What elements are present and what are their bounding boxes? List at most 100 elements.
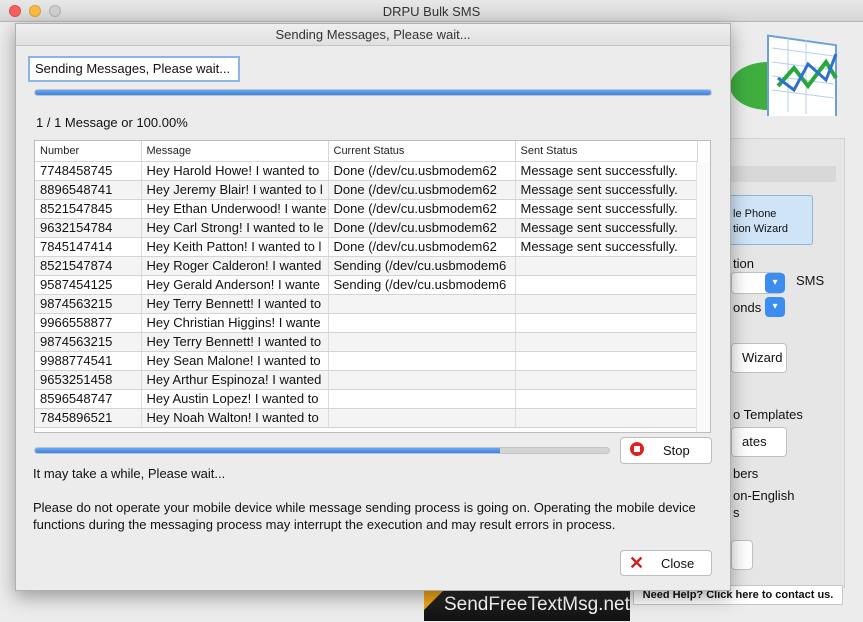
table-cell bbox=[328, 313, 516, 333]
background-button[interactable] bbox=[731, 540, 753, 570]
table-cell: Message sent successfully. bbox=[515, 180, 698, 200]
stop-icon bbox=[630, 442, 644, 456]
wizard-button[interactable]: Wizard bbox=[731, 343, 787, 373]
table-row[interactable]: 7748458745 Hey Harold Howe! I wanted to Do… bbox=[35, 161, 698, 181]
main-titlebar: DRPU Bulk SMS bbox=[0, 0, 863, 22]
table-row[interactable]: 9874563215 Hey Terry Bennett! I wanted to bbox=[35, 332, 698, 352]
table-cell: 8596548747 bbox=[35, 389, 142, 409]
table-cell: Done (/dev/cu.usbmodem62 bbox=[328, 199, 516, 219]
table-cell: Message sent successfully. bbox=[515, 199, 698, 219]
non-english-label: on-English bbox=[733, 488, 795, 503]
table-row[interactable]: 8896548741 Hey Jeremy Blair! I wanted to … bbox=[35, 180, 698, 200]
table-cell: 8521547845 bbox=[35, 199, 142, 219]
wizard-line2: tion Wizard bbox=[733, 223, 789, 235]
sms-label: SMS bbox=[796, 273, 825, 288]
table-row[interactable]: 8596548747 Hey Austin Lopez! I wanted to bbox=[35, 389, 698, 409]
column-header[interactable]: Current Status bbox=[328, 141, 516, 162]
table-cell bbox=[515, 256, 698, 276]
table-cell: Message sent successfully. bbox=[515, 237, 698, 257]
table-row[interactable]: 8521547874 Hey Roger Calderon! I wanted Se… bbox=[35, 256, 698, 276]
close-button-label: Close bbox=[661, 556, 695, 571]
table-cell bbox=[328, 389, 516, 409]
table-body: 7748458745 Hey Harold Howe! I wanted to Do… bbox=[35, 161, 698, 428]
overall-progress-fill bbox=[35, 90, 711, 95]
close-button[interactable]: ✕ Close bbox=[620, 550, 712, 576]
table-scrollbar[interactable] bbox=[696, 162, 710, 432]
table-cell: Hey Austin Lopez! I wanted to bbox=[141, 389, 329, 409]
table-row[interactable]: 7845147414 Hey Keith Patton! I wanted to … bbox=[35, 237, 698, 257]
table-cell: Hey Roger Calderon! I wanted bbox=[141, 256, 329, 276]
table-cell bbox=[328, 332, 516, 352]
table-row[interactable]: 9587454125 Hey Gerald Anderson! I wante Se… bbox=[35, 275, 698, 295]
table-cell: Message sent successfully. bbox=[515, 161, 698, 181]
stop-button[interactable]: Stop bbox=[620, 437, 712, 464]
table-cell bbox=[515, 294, 698, 314]
table-cell bbox=[515, 370, 698, 390]
sub-progress-bar bbox=[34, 447, 610, 454]
templates-button[interactable]: ates bbox=[731, 427, 787, 457]
table-cell: Hey Carl Strong! I wanted to le bbox=[141, 218, 329, 238]
table-cell: 7845147414 bbox=[35, 237, 142, 257]
dialog-title: Sending Messages, Please wait... bbox=[16, 24, 730, 46]
table-cell: Hey Christian Higgins! I wante bbox=[141, 313, 329, 333]
sub-progress-fill bbox=[35, 448, 500, 453]
templates-label: o Templates bbox=[733, 407, 803, 422]
table-cell: Done (/dev/cu.usbmodem62 bbox=[328, 180, 516, 200]
table-cell: 8896548741 bbox=[35, 180, 142, 200]
table-cell: Hey Ethan Underwood! I wante bbox=[141, 199, 329, 219]
table-cell bbox=[328, 351, 516, 371]
sending-dialog: Sending Messages, Please wait... Sending… bbox=[15, 23, 731, 591]
table-cell: Hey Arthur Espinoza! I wanted bbox=[141, 370, 329, 390]
table-cell: 8521547874 bbox=[35, 256, 142, 276]
table-cell bbox=[328, 370, 516, 390]
table-cell: Done (/dev/cu.usbmodem62 bbox=[328, 218, 516, 238]
table-cell bbox=[515, 408, 698, 428]
column-header[interactable]: Number bbox=[35, 141, 142, 162]
table-row[interactable]: 7845896521 Hey Noah Walton! I wanted to bbox=[35, 408, 698, 428]
stop-button-label: Stop bbox=[663, 443, 690, 458]
table-cell: Hey Gerald Anderson! I wante bbox=[141, 275, 329, 295]
seconds-label: onds bbox=[733, 300, 762, 315]
messages-table[interactable]: Number Message Current Status Sent Status 7… bbox=[34, 140, 711, 433]
message-count-label: 1 / 1 Message or 100.00% bbox=[36, 115, 188, 130]
table-cell: Sending (/dev/cu.usbmodem6 bbox=[328, 275, 516, 295]
table-cell: 9587454125 bbox=[35, 275, 142, 295]
table-cell: Hey Harold Howe! I wanted to bbox=[141, 161, 329, 181]
table-cell: 7748458745 bbox=[35, 161, 142, 181]
table-cell: 9874563215 bbox=[35, 332, 142, 352]
table-cell: Done (/dev/cu.usbmodem62 bbox=[328, 161, 516, 181]
table-row[interactable]: 9653251458 Hey Arthur Espinoza! I wanted bbox=[35, 370, 698, 390]
table-cell: Hey Terry Bennett! I wanted to bbox=[141, 332, 329, 352]
table-cell bbox=[515, 351, 698, 371]
overall-progress-bar bbox=[34, 89, 712, 96]
chevron-down-icon[interactable]: ▾ bbox=[765, 297, 785, 317]
non-english-label-cont: s bbox=[733, 505, 740, 520]
table-cell: 9632154784 bbox=[35, 218, 142, 238]
table-cell: Hey Jeremy Blair! I wanted to l bbox=[141, 180, 329, 200]
wizard-line1: le Phone bbox=[733, 208, 777, 220]
table-row[interactable]: 9632154784 Hey Carl Strong! I wanted to l… bbox=[35, 218, 698, 238]
table-cell bbox=[328, 408, 516, 428]
table-cell bbox=[515, 332, 698, 352]
table-row[interactable]: 9988774541 Hey Sean Malone! I wanted to bbox=[35, 351, 698, 371]
option-label: tion bbox=[733, 256, 754, 271]
table-row[interactable]: 9966558877 Hey Christian Higgins! I wante bbox=[35, 313, 698, 333]
table-header-row: Number Message Current Status Sent Status bbox=[35, 141, 698, 162]
brand-banner[interactable]: SendFreeTextMsg.net bbox=[424, 588, 630, 621]
table-cell: 9966558877 bbox=[35, 313, 142, 333]
table-cell: Message sent successfully. bbox=[515, 218, 698, 238]
table-row[interactable]: 8521547845 Hey Ethan Underwood! I wante Do… bbox=[35, 199, 698, 219]
table-cell bbox=[515, 275, 698, 295]
chart-logo-icon bbox=[730, 34, 838, 116]
chevron-down-icon[interactable]: ▾ bbox=[765, 273, 785, 293]
close-icon: ✕ bbox=[629, 553, 645, 573]
column-header[interactable]: Message bbox=[141, 141, 329, 162]
column-header[interactable]: Sent Status bbox=[515, 141, 698, 162]
table-cell: 9988774541 bbox=[35, 351, 142, 371]
table-row[interactable]: 9874563215 Hey Terry Bennett! I wanted to bbox=[35, 294, 698, 314]
numbers-label: bers bbox=[733, 466, 759, 481]
table-cell: Sending (/dev/cu.usbmodem6 bbox=[328, 256, 516, 276]
table-cell: Hey Terry Bennett! I wanted to bbox=[141, 294, 329, 314]
table-cell: 7845896521 bbox=[35, 408, 142, 428]
table-cell bbox=[515, 313, 698, 333]
